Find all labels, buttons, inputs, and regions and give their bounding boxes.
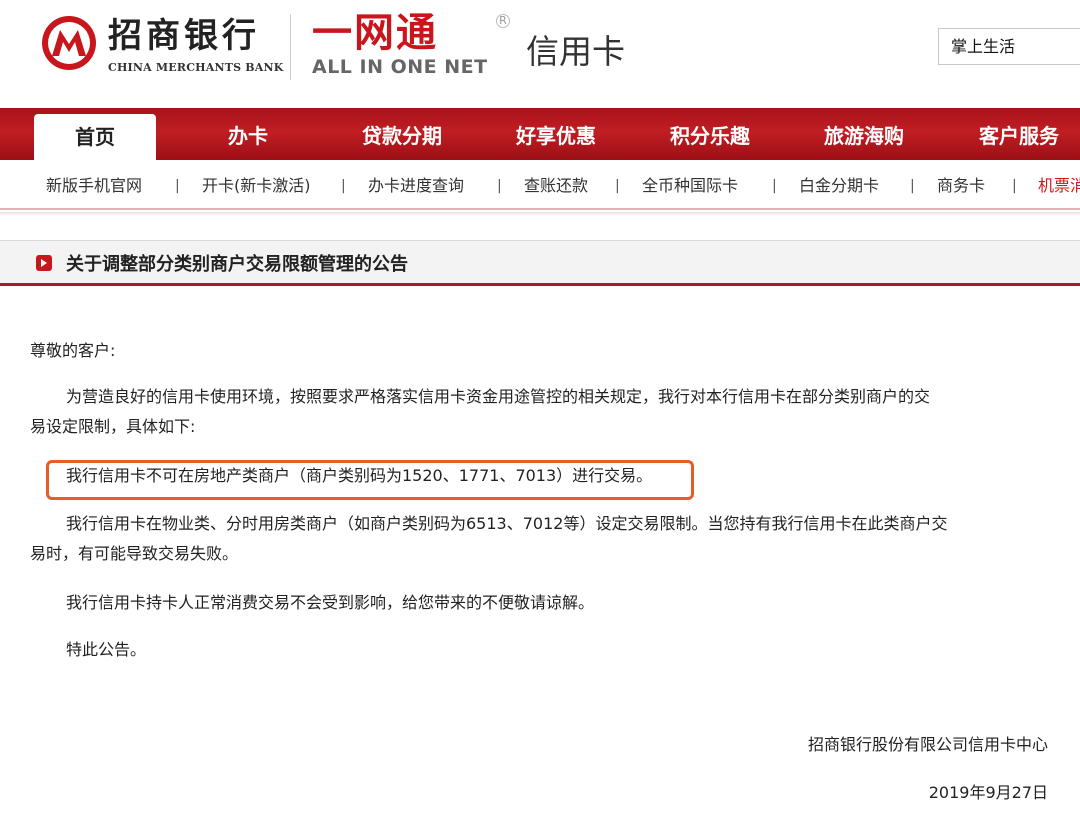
site-header: 招商银行 CHINA MERCHANTS BANK 一网通 R ALL IN O… xyxy=(0,0,1080,108)
subnav-item-intl-card[interactable]: 全币种国际卡 xyxy=(642,160,738,210)
subnav-item-business[interactable]: 商务卡 xyxy=(937,160,985,210)
nav-item-points[interactable]: 积分乐趣 xyxy=(650,108,770,160)
header-divider xyxy=(290,14,291,80)
brand-cn: 一网通 xyxy=(312,10,438,56)
subnav-item-platinum[interactable]: 白金分期卡 xyxy=(799,160,879,210)
nav-item-home[interactable]: 首页 xyxy=(34,114,156,164)
paragraph-4: 我行信用卡持卡人正常消费交易不会受到影响，给您带来的不便敬请谅解。 xyxy=(66,593,595,612)
subnav-item-billing[interactable]: 查账还款 xyxy=(524,160,588,210)
nav-item-travel[interactable]: 旅游海购 xyxy=(804,108,924,160)
subnav-shadow xyxy=(0,212,1080,216)
app-link-button[interactable]: 掌上生活 xyxy=(938,28,1080,65)
cmb-logo-icon[interactable] xyxy=(40,14,98,72)
signature: 招商银行股份有限公司信用卡中心 xyxy=(807,735,1048,754)
subnav-separator: | xyxy=(615,178,620,194)
sub-nav: 新版手机官网 | 开卡(新卡激活) | 办卡进度查询 | 查账还款 | 全币种国… xyxy=(0,160,1080,210)
highlighted-paragraph: 我行信用卡不可在房地产类商户（商户类别码为1520、1771、7013）进行交易… xyxy=(66,466,653,485)
registered-mark-icon: R xyxy=(496,14,510,28)
subnav-separator: | xyxy=(910,178,915,194)
paragraph-1-line-2: 易设定限制，具体如下: xyxy=(30,417,196,436)
paragraph-3-line-1: 我行信用卡在物业类、分时用房类商户（如商户类别码为6513、7012等）设定交易… xyxy=(66,514,948,533)
paragraph-1-line-1: 为营造良好的信用卡使用环境，按照要求严格落实信用卡资金用途管控的相关规定，我行对… xyxy=(66,387,931,406)
main-nav: 首页 办卡 贷款分期 好享优惠 积分乐趣 旅游海购 客户服务 xyxy=(0,108,1080,164)
article-title-bar: 关于调整部分类别商户交易限额管理的公告 xyxy=(0,240,1080,286)
greeting-text: 尊敬的客户: xyxy=(30,341,116,360)
article-title: 关于调整部分类别商户交易限额管理的公告 xyxy=(66,254,408,275)
bank-name-en: CHINA MERCHANTS BANK xyxy=(108,61,284,74)
bank-name-cn: 招商银行 xyxy=(108,16,260,56)
bullet-icon xyxy=(36,255,52,271)
section-title: 信用卡 xyxy=(526,32,625,71)
nav-item-offers[interactable]: 好享优惠 xyxy=(496,108,616,160)
subnav-separator: | xyxy=(1012,178,1017,194)
paragraph-3-line-2: 易时，有可能导致交易失败。 xyxy=(30,544,239,563)
date-text: 2019年9月27日 xyxy=(928,783,1048,802)
subnav-item-activate[interactable]: 开卡(新卡激活) xyxy=(202,160,311,210)
nav-item-service[interactable]: 客户服务 xyxy=(958,108,1080,160)
closing-text: 特此公告。 xyxy=(66,640,147,659)
subnav-separator: | xyxy=(497,178,502,194)
subnav-item-mobile-site[interactable]: 新版手机官网 xyxy=(46,160,142,210)
subnav-separator: | xyxy=(341,178,346,194)
brand-en: ALL IN ONE NET xyxy=(312,56,488,78)
subnav-item-flights[interactable]: 机票消 xyxy=(1038,160,1080,210)
subnav-item-progress[interactable]: 办卡进度查询 xyxy=(368,160,464,210)
subnav-separator: | xyxy=(772,178,777,194)
subnav-separator: | xyxy=(175,178,180,194)
nav-item-loans[interactable]: 贷款分期 xyxy=(342,108,462,160)
nav-item-apply[interactable]: 办卡 xyxy=(188,108,308,160)
